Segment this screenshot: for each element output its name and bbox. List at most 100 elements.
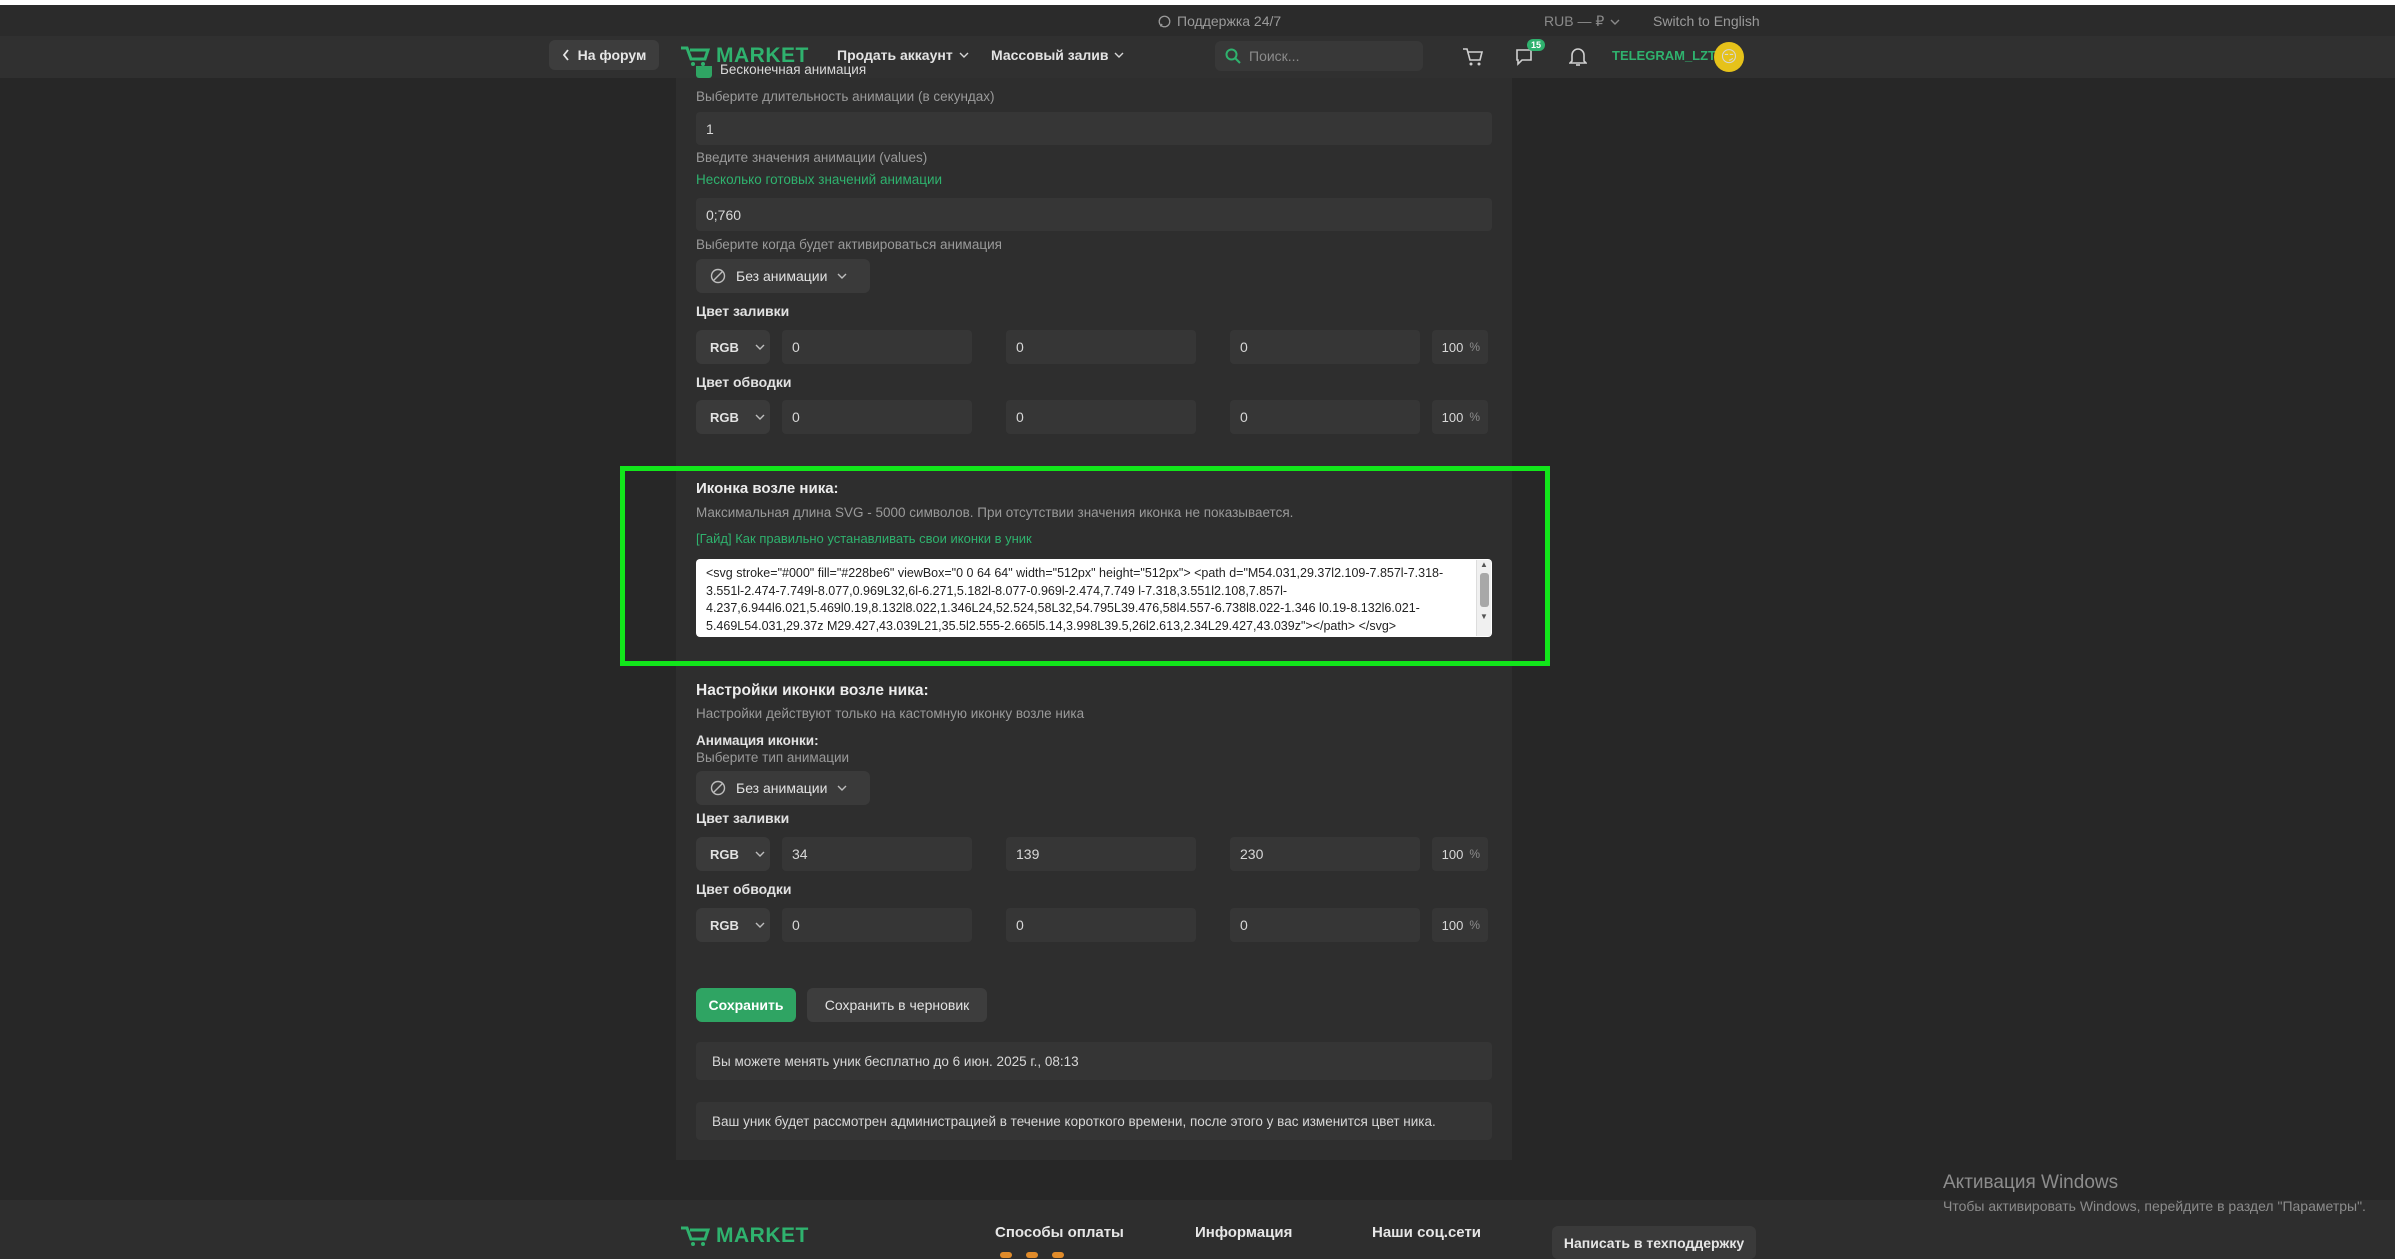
duration-input[interactable]: 1 [696, 112, 1492, 145]
chevron-down-icon [755, 851, 765, 857]
watermark-text: Чтобы активировать Windows, перейдите в … [1943, 1198, 2366, 1214]
chevron-down-icon [1610, 19, 1620, 25]
icon-fill-r-input[interactable]: 34 [782, 837, 972, 871]
alpha-value: 100 [1441, 917, 1464, 933]
chevron-down-icon [837, 785, 847, 791]
icon-guide-link[interactable]: [Гайд] Как правильно устанавливать свои … [696, 531, 1032, 546]
back-to-forum-button[interactable]: На форум [549, 40, 659, 70]
review-notice: Ваш уник будет рассмотрен администрацией… [696, 1102, 1492, 1140]
chevron-down-icon [755, 344, 765, 350]
currency-label: RUB — ₽ [1544, 13, 1605, 29]
chevron-down-icon [755, 922, 765, 928]
contact-support-button[interactable]: Написать в техподдержку [1552, 1226, 1756, 1259]
cart-button[interactable] [1460, 44, 1486, 70]
color-mode-value: RGB [710, 409, 739, 425]
payment-icon [1000, 1252, 1012, 1258]
chat-icon [1158, 15, 1171, 27]
percent-unit: % [1469, 410, 1480, 424]
no-entry-icon [710, 268, 726, 284]
windows-activation-watermark: Активация Windows Чтобы активировать Win… [1943, 1172, 2366, 1214]
icon-stroke-mode-dropdown[interactable]: RGB [696, 908, 770, 942]
stroke-color-mode-dropdown[interactable]: RGB [696, 400, 770, 434]
watermark-title: Активация Windows [1943, 1172, 2119, 1193]
menu-sell-label: Продать аккаунт [837, 47, 953, 63]
cart-logo-icon [681, 1226, 710, 1246]
no-entry-icon [710, 780, 726, 796]
trigger-label: Выберите когда будет активироваться аним… [696, 237, 1002, 252]
icon-fill-color-label: Цвет заливки [696, 810, 790, 826]
stroke-color-label: Цвет обводки [696, 374, 792, 390]
percent-unit: % [1469, 847, 1480, 861]
icon-fill-b-input[interactable]: 230 [1230, 837, 1420, 871]
language-switch[interactable]: Switch to English [1653, 13, 1760, 29]
icon-stroke-r-input[interactable]: 0 [782, 908, 972, 942]
values-input[interactable]: 0;760 [696, 198, 1492, 231]
free-change-notice: Вы можете менять уник бесплатно до 6 июн… [696, 1042, 1492, 1080]
cart-icon [1463, 48, 1484, 66]
duration-label: Выберите длительность анимации (в секунд… [696, 89, 995, 104]
fill-b-input[interactable]: 0 [1230, 330, 1420, 364]
menu-mass-label: Массовый залив [991, 47, 1109, 63]
percent-unit: % [1469, 340, 1480, 354]
payment-icons [1000, 1252, 1064, 1258]
chevron-down-icon [1114, 52, 1124, 58]
save-button[interactable]: Сохранить [696, 988, 796, 1022]
avatar[interactable]: 😏 [1714, 42, 1744, 72]
bell-icon [1569, 48, 1587, 66]
values-label: Введите значения анимации (values) [696, 150, 928, 165]
menu-sell-account[interactable]: Продать аккаунт [837, 47, 969, 63]
alpha-value: 100 [1441, 339, 1464, 355]
back-label: На форум [577, 47, 647, 63]
color-mode-value: RGB [710, 339, 739, 355]
stroke-g-input[interactable]: 0 [1006, 400, 1196, 434]
fill-color-mode-dropdown[interactable]: RGB [696, 330, 770, 364]
search-icon [1225, 48, 1241, 64]
footer-logo[interactable]: MARKET [680, 1224, 809, 1248]
infinite-animation-checkbox[interactable] [696, 66, 712, 78]
icon-settings-title: Настройки иконки возле ника: [696, 682, 929, 699]
percent-unit: % [1469, 918, 1480, 932]
save-draft-button[interactable]: Сохранить в черновик [807, 988, 987, 1022]
search-placeholder: Поиск... [1249, 48, 1300, 64]
currency-selector[interactable]: RUB — ₽ [1544, 13, 1620, 30]
icon-stroke-b-input[interactable]: 0 [1230, 908, 1420, 942]
icon-stroke-color-label: Цвет обводки [696, 881, 792, 897]
fill-alpha-input[interactable]: 100% [1432, 330, 1488, 364]
svg-code-textarea[interactable]: <svg stroke="#000" fill="#228be6" viewBo… [696, 559, 1492, 637]
chevron-down-icon [837, 273, 847, 279]
chevron-left-icon [562, 49, 569, 61]
icon-settings-hint: Настройки действуют только на кастомную … [696, 706, 1085, 721]
icon-animation-dropdown[interactable]: Без анимации [696, 771, 870, 805]
textarea-scrollbar[interactable]: ▲ ▼ [1476, 560, 1491, 636]
alpha-value: 100 [1441, 846, 1464, 862]
stroke-alpha-input[interactable]: 100% [1432, 400, 1488, 434]
icon-stroke-alpha-input[interactable]: 100% [1432, 908, 1488, 942]
values-presets-link[interactable]: Несколько готовых значений анимации [696, 172, 942, 187]
scroll-up-icon[interactable]: ▲ [1480, 560, 1488, 569]
icon-fill-alpha-input[interactable]: 100% [1432, 837, 1488, 871]
color-mode-value: RGB [710, 917, 739, 933]
icon-stroke-g-input[interactable]: 0 [1006, 908, 1196, 942]
trigger-dropdown[interactable]: Без анимации [696, 259, 870, 293]
notifications-button[interactable] [1565, 44, 1591, 70]
icon-fill-mode-dropdown[interactable]: RGB [696, 837, 770, 871]
footer-social-title: Наши соц.сети [1372, 1224, 1482, 1241]
scroll-down-icon[interactable]: ▼ [1480, 612, 1488, 621]
icon-section-hint: Максимальная длина SVG - 5000 символов. … [696, 505, 1294, 520]
cart-logo-icon [681, 46, 710, 66]
support-link[interactable]: Поддержка 24/7 [1158, 13, 1281, 29]
icon-animation-value: Без анимации [736, 780, 828, 796]
icon-animation-label: Анимация иконки: [696, 733, 819, 748]
username[interactable]: TELEGRAM_LZT [1612, 48, 1716, 63]
alpha-value: 100 [1441, 409, 1464, 425]
scroll-thumb[interactable] [1480, 573, 1489, 607]
menu-mass-upload[interactable]: Массовый залив [991, 47, 1124, 63]
payment-icon [1026, 1252, 1038, 1258]
fill-g-input[interactable]: 0 [1006, 330, 1196, 364]
stroke-b-input[interactable]: 0 [1230, 400, 1420, 434]
stroke-r-input[interactable]: 0 [782, 400, 972, 434]
fill-r-input[interactable]: 0 [782, 330, 972, 364]
search-input[interactable]: Поиск... [1215, 41, 1423, 71]
icon-animation-hint: Выберите тип анимации [696, 750, 850, 765]
icon-fill-g-input[interactable]: 139 [1006, 837, 1196, 871]
